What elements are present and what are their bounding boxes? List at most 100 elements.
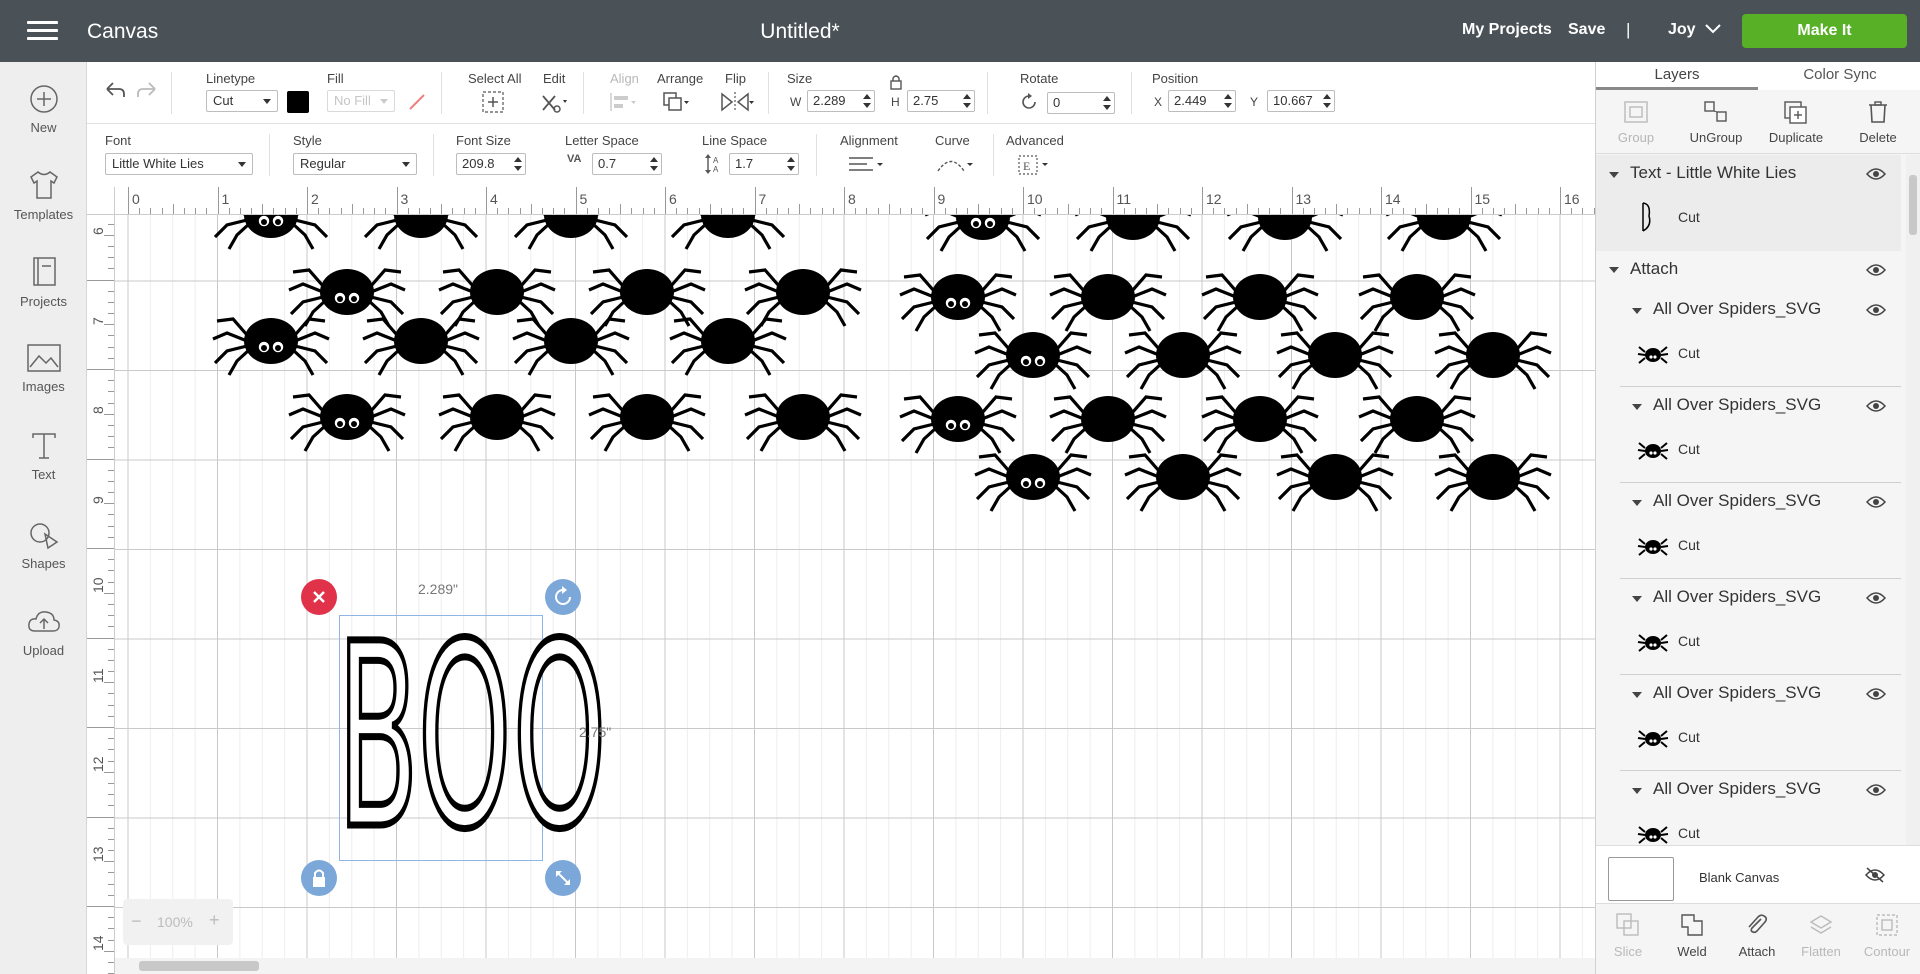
ruler-tick [108,402,114,404]
ruler-tick [832,208,834,214]
no-fill-swatch-icon[interactable] [407,92,427,112]
ruler-tick [108,615,114,617]
linetype-select[interactable]: Cut [206,90,278,112]
layer-text-group[interactable]: Text - Little White Lies Cut [1596,155,1901,251]
blank-canvas-row[interactable]: Blank Canvas [1596,845,1920,903]
eye-icon[interactable] [1866,591,1886,605]
contour-button[interactable]: Contour [1855,904,1919,959]
zoom-out-button[interactable]: − [131,911,142,932]
boo-text-object[interactable]: BOO [335,589,608,886]
font-size-input[interactable]: 209.8 [456,153,526,175]
eye-icon[interactable] [1866,263,1886,277]
blank-canvas-label: Blank Canvas [1699,870,1780,885]
my-projects-link[interactable]: My Projects [1462,21,1552,39]
linetype-color-swatch[interactable] [287,91,309,113]
layers-scrollbar[interactable] [1906,155,1920,845]
sidebar-item-projects[interactable]: Projects [0,256,87,309]
undo-icon[interactable] [103,80,127,100]
ungroup-button[interactable]: UnGroup [1676,90,1756,145]
weld-button[interactable]: Weld [1660,904,1724,959]
position-x-input[interactable]: 2.449 [1168,90,1236,112]
ruler-tick [1078,208,1080,214]
position-y-input[interactable]: 10.667 [1267,90,1335,112]
rotate-input[interactable]: 0 [1047,92,1115,114]
alignment-label: Alignment [840,133,898,148]
letter-space-input[interactable]: 0.7 [592,153,662,175]
width-label: W [790,95,802,109]
ruler-tick [108,570,114,572]
edit-scissors-icon[interactable] [539,90,569,114]
eye-hidden-icon[interactable] [1864,867,1886,883]
layer-spider-group[interactable]: All Over Spiders_SVG Cut [1596,291,1901,387]
chevron-down-icon[interactable] [1703,18,1723,38]
sidebar-item-upload[interactable]: Upload [0,607,87,658]
design-canvas[interactable]: 0 1 2 3 4 5 6 7 8 9 10 11 12 13 14 15 16 6 7 8 9 10 11 12 13 14 … [87,187,1595,974]
eye-icon[interactable] [1866,399,1886,413]
select-all-icon[interactable] [481,90,505,114]
fill-value: No Fill [334,93,371,108]
tab-color-sync[interactable]: Color Sync [1759,62,1920,90]
line-space-input[interactable]: 1.7 [729,153,799,175]
sidebar-item-text[interactable]: Text [0,431,87,482]
layer-spider-group[interactable]: All Over Spiders_SVG Cut [1596,483,1901,579]
eye-icon[interactable] [1866,783,1886,797]
user-menu[interactable]: Joy [1668,21,1696,39]
flip-label: Flip [725,71,746,86]
plus-circle-icon [29,85,58,113]
eye-icon[interactable] [1866,687,1886,701]
duplicate-button[interactable]: Duplicate [1756,90,1836,145]
height-input[interactable]: 2.75 [907,90,975,112]
eye-icon[interactable] [1866,303,1886,317]
layer-spider-linetype: Cut [1678,633,1700,649]
make-it-button[interactable]: Make It [1742,14,1907,48]
sidebar-item-templates[interactable]: Templates [0,169,87,222]
sidebar-item-shapes[interactable]: Shapes [0,520,87,571]
ruler-tick [108,380,114,382]
horizontal-scrollbar[interactable] [115,958,1595,974]
tab-layers[interactable]: Layers [1596,62,1758,90]
layers-scroll-thumb[interactable] [1909,175,1917,235]
slice-button[interactable]: Slice [1596,904,1660,959]
ruler-tick [108,715,114,717]
ruler-top-label: 11 [1116,191,1132,207]
group-button[interactable]: Group [1596,90,1676,145]
fill-select[interactable]: No Fill [327,90,395,112]
lock-ratio-icon[interactable] [889,74,903,90]
ruler-tick [108,424,114,426]
flip-icon[interactable] [719,90,755,114]
sidebar-item-new[interactable]: New [0,84,87,135]
document-title[interactable]: Untitled* [0,20,1600,44]
arrange-icon[interactable] [661,90,691,114]
delete-handle[interactable] [301,579,337,615]
font-select[interactable]: Little White Lies [105,153,253,175]
resize-handle[interactable] [545,860,581,896]
layer-attach-group[interactable]: Attach [1596,251,1901,291]
horizontal-scroll-thumb[interactable] [139,961,259,971]
text-align-icon[interactable] [847,154,887,176]
style-select[interactable]: Regular [293,153,417,175]
rotate-handle[interactable] [545,579,581,615]
attach-button[interactable]: Attach [1725,904,1789,959]
layer-spider-group[interactable]: All Over Spiders_SVG Cut [1596,387,1901,483]
ruler-tick [108,223,114,225]
width-input[interactable]: 2.289 [807,90,875,112]
eye-icon[interactable] [1866,495,1886,509]
align-icon[interactable] [608,90,638,114]
flatten-button[interactable]: Flatten [1789,904,1853,959]
redo-icon[interactable] [135,80,159,100]
save-button[interactable]: Save [1568,21,1605,39]
spider-shape [1201,395,1319,454]
sidebar-item-images[interactable]: Images [0,343,87,394]
layer-spider-group[interactable]: All Over Spiders_SVG Cut [1596,771,1901,845]
zoom-in-button[interactable]: + [209,910,220,931]
lock-handle[interactable] [301,860,337,896]
weld-label: Weld [1677,944,1707,959]
ruler-top-label: 10 [1027,191,1043,207]
eye-icon[interactable] [1866,167,1886,181]
blank-canvas-swatch[interactable] [1608,857,1674,901]
advanced-icon[interactable]: E [1017,154,1053,176]
layer-spider-group[interactable]: All Over Spiders_SVG Cut [1596,675,1901,771]
layer-spider-group[interactable]: All Over Spiders_SVG Cut [1596,579,1901,675]
curve-icon[interactable] [935,154,975,176]
delete-button[interactable]: Delete [1838,90,1918,145]
